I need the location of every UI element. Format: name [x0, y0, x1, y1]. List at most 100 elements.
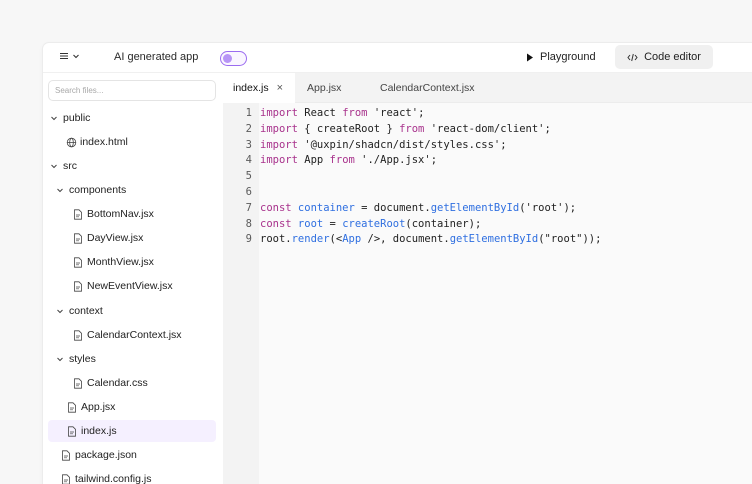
line-content: const root = createRoot(container);	[260, 216, 481, 232]
code-token: (container);	[405, 217, 482, 230]
chevron-down-icon	[55, 306, 65, 316]
file-icon	[67, 401, 78, 413]
top-bar: AI generated app Playground Code editor	[43, 43, 752, 73]
tree-item-label: public	[63, 112, 91, 124]
chevron-down-icon	[49, 113, 59, 123]
tree-item-label: MonthView.jsx	[87, 256, 154, 268]
tree-item-index-html[interactable]: index.html	[66, 131, 128, 153]
line-content: import '@uxpin/shadcn/dist/styles.css';	[260, 137, 507, 153]
tree-item-bottomnav[interactable]: BottomNav.jsx	[73, 203, 154, 225]
file-icon	[61, 449, 72, 461]
code-token: =	[323, 217, 343, 230]
code-line[interactable]: 7 const container = document.getElementBy…	[223, 200, 576, 216]
tree-item-monthview[interactable]: MonthView.jsx	[73, 251, 154, 273]
line-number: 4	[245, 154, 252, 167]
tab-label: App.jsx	[307, 82, 342, 94]
code-token: 'react-dom/client'	[424, 122, 545, 135]
code-line[interactable]: 1 import React from 'react';	[223, 105, 425, 121]
toggle-knob	[223, 53, 232, 63]
tree-item-neweventview[interactable]: NewEventView.jsx	[73, 275, 173, 297]
code-line[interactable]: 4 import App from './App.jsx';	[223, 152, 437, 168]
tab-index-js[interactable]: index.js ×	[223, 73, 295, 103]
file-icon	[73, 208, 84, 220]
code-token: '@uxpin/shadcn/dist/styles.css'	[297, 138, 501, 151]
code-token: { createRoot }	[297, 122, 400, 135]
tree-item-index-js[interactable]: index.js	[48, 420, 216, 442]
tree-item-label: Calendar.css	[87, 377, 148, 389]
app-title: AI generated app	[114, 51, 199, 63]
code-line[interactable]: 3 import '@uxpin/shadcn/dist/styles.css';	[223, 137, 507, 153]
tree-item-dayview[interactable]: DayView.jsx	[73, 227, 143, 249]
tree-item-label: components	[69, 184, 127, 196]
code-token: from	[329, 154, 355, 167]
line-content: import React from 'react';	[260, 105, 424, 121]
file-icon	[73, 329, 84, 341]
close-icon[interactable]: ×	[277, 82, 283, 94]
code-line[interactable]: 9 root.render(<App />, document.getElemen…	[223, 231, 602, 247]
tree-item-app-jsx[interactable]: App.jsx	[67, 396, 115, 418]
tree-item-label: package.json	[75, 449, 137, 461]
code-token: container	[291, 201, 355, 214]
tree-item-label: index.html	[80, 136, 128, 148]
code-line[interactable]: 6	[223, 184, 260, 200]
tree-item-package-json[interactable]: package.json	[61, 444, 137, 466]
code-token: import	[260, 138, 298, 151]
code-editor[interactable]: index.js × App.jsx CalendarContext.jsx 1…	[223, 73, 752, 484]
tree-item-label: styles	[69, 353, 96, 365]
line-content: import App from './App.jsx';	[260, 152, 437, 168]
code-token: React	[297, 107, 343, 119]
chevron-down-icon	[55, 185, 65, 195]
code-line[interactable]: 8 const root = createRoot(container);	[223, 216, 482, 232]
mode-toggle[interactable]	[220, 51, 247, 66]
tree-item-calendarcontext[interactable]: CalendarContext.jsx	[73, 324, 182, 346]
file-icon	[73, 280, 84, 292]
tree-item-context[interactable]: context	[55, 300, 103, 322]
code-token: const	[260, 201, 292, 214]
code-line[interactable]: 5	[223, 168, 260, 184]
playground-button[interactable]: Playground	[517, 45, 605, 69]
tab-calendarcontext-jsx[interactable]: CalendarContext.jsx	[380, 73, 475, 103]
tree-item-calendar-css[interactable]: Calendar.css	[73, 372, 148, 394]
playground-label: Playground	[540, 51, 596, 63]
code-token: 'react'	[367, 107, 419, 119]
play-icon	[527, 53, 533, 61]
search-files-input[interactable]	[48, 80, 216, 101]
code-token: createRoot	[342, 217, 406, 230]
line-content: const container = document.getElementByI…	[260, 200, 576, 216]
code-token: from	[342, 107, 368, 119]
code-line[interactable]: 2 import { createRoot } from 'react-dom/c…	[223, 121, 551, 137]
tree-item-src[interactable]: src	[49, 155, 77, 177]
code-token: root.	[260, 233, 292, 246]
tree-item-label: BottomNav.jsx	[87, 208, 154, 220]
file-icon	[73, 377, 84, 389]
line-number: 1	[245, 107, 252, 119]
tree-item-label: NewEventView.jsx	[87, 280, 173, 292]
tree-item-components[interactable]: components	[55, 179, 126, 201]
code-token: ;	[418, 107, 425, 119]
code-token: (<	[329, 233, 343, 246]
tree-item-label: CalendarContext.jsx	[87, 329, 182, 341]
line-number: 2	[245, 122, 252, 135]
line-number: 8	[245, 217, 252, 230]
tab-label: index.js	[233, 82, 269, 94]
code-editor-label: Code editor	[644, 51, 701, 63]
code-token: "root"	[544, 233, 583, 246]
code-token: 'root'	[525, 201, 564, 214]
file-icon	[73, 232, 84, 244]
line-number: 6	[245, 186, 252, 198]
tree-item-public[interactable]: public	[49, 107, 90, 129]
chevron-down-icon	[73, 54, 79, 59]
code-token: getElementById	[449, 233, 539, 246]
tab-app-jsx[interactable]: App.jsx	[307, 73, 341, 103]
globe-icon	[66, 137, 77, 148]
hamburger-icon	[60, 53, 68, 59]
tree-item-tailwind-config[interactable]: tailwind.config.js	[61, 468, 151, 484]
line-number: 7	[245, 201, 252, 214]
code-token: />, document.	[361, 233, 450, 246]
code-editor-button[interactable]: Code editor	[615, 45, 713, 69]
tree-item-styles[interactable]: styles	[55, 348, 96, 370]
code-icon	[627, 53, 638, 61]
menu-button[interactable]	[59, 51, 80, 61]
code-token: App	[297, 154, 330, 167]
code-token: = document.	[354, 201, 431, 214]
